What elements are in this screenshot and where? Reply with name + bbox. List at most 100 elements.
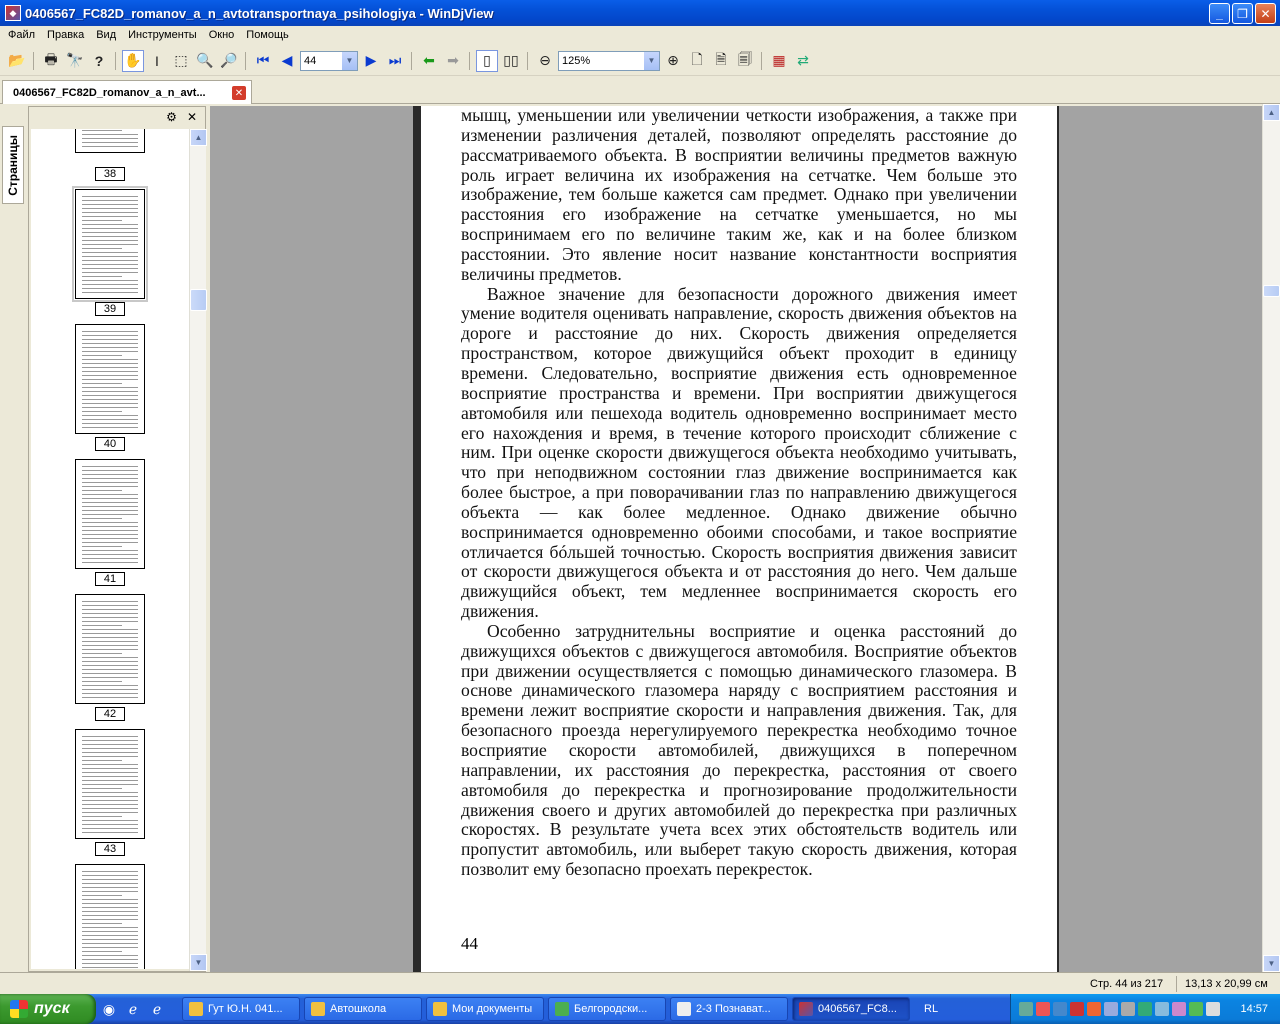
maximize-button[interactable]: ❐ [1232,3,1253,24]
text-select-icon[interactable]: I [146,50,168,72]
thumbnail-text-line [82,816,122,817]
close-button[interactable]: ✕ [1255,3,1276,24]
first-page-icon[interactable]: ⏮ [252,50,274,72]
thumbnail-text-line [82,943,138,944]
menu-edit[interactable]: Правка [41,26,90,45]
thumbnail-text-line [82,907,138,908]
menu-view[interactable]: Вид [90,26,122,45]
minimize-button[interactable]: _ [1209,3,1230,24]
thumbnail-page[interactable] [75,594,145,704]
thumbnail-page[interactable] [75,459,145,569]
task-button[interactable]: 2-3 Познават... [670,997,788,1021]
task-button[interactable]: Автошкола [304,997,422,1021]
scroll-down-icon[interactable]: ▼ [1263,955,1280,972]
thumbnail-page[interactable] [72,186,148,302]
forward-icon[interactable]: ➡ [442,50,464,72]
menu-help[interactable]: Помощь [240,26,295,45]
prev-page-icon[interactable]: ◀ [276,50,298,72]
folder-icon [189,1002,203,1016]
help-icon[interactable]: ? [88,50,110,72]
chrome-icon[interactable]: ◉ [98,998,120,1020]
volume-icon[interactable] [1206,1002,1220,1016]
scroll-thumb[interactable] [190,289,207,311]
tray-icon[interactable] [1121,1002,1135,1016]
thumbnail-text-line [82,832,138,833]
fit-width-icon[interactable]: 🗎 [710,50,732,72]
rotate-icon[interactable]: ⇄ [792,50,814,72]
display-mode-icon[interactable]: ▦ [768,50,790,72]
zoom-in-icon[interactable]: ⊕ [662,50,684,72]
thumbnail-scrollbar[interactable]: ▲ ▼ [189,129,207,971]
two-page-icon[interactable]: ▯▯ [500,50,522,72]
menu-window[interactable]: Окно [203,26,241,45]
ie-icon[interactable]: ℯ [146,998,168,1020]
tray-icon[interactable] [1138,1002,1152,1016]
ie-icon[interactable]: ℯ [122,998,144,1020]
thumbnail-text-line [82,554,138,555]
thumbnail-page[interactable] [75,324,145,434]
pages-side-tab[interactable]: Страницы [2,126,24,204]
fit-page-icon[interactable]: 🗋 [686,50,708,72]
taskbar: пуск ◉ ℯ ℯ Гут Ю.Н. 041... Автошкола Мои… [0,994,1280,1024]
thumbnail-page[interactable] [75,129,145,153]
zoom-rect-icon[interactable]: 🔎 [218,50,240,72]
document-scrollbar[interactable]: ▲ ▼ [1262,104,1280,972]
thumbnail-text-line [82,142,138,143]
menu-tools[interactable]: Инструменты [122,26,203,45]
document-viewer[interactable]: мышц, уменьшении или увеличении четкости… [210,106,1262,972]
document-tab[interactable]: 0406567_FC82D_romanov_a_n_avt... ✕ [2,80,252,104]
tray-icon[interactable] [1019,1002,1033,1016]
page-number-combo[interactable]: 44 ▼ [300,50,358,71]
zoom-out-icon[interactable]: ⊖ [534,50,556,72]
scroll-up-icon[interactable]: ▲ [190,129,207,146]
single-page-icon[interactable]: ▯ [476,49,498,72]
thumbnail-page[interactable] [75,864,145,969]
task-button[interactable]: Гут Ю.Н. 041... [182,997,300,1021]
thumbnail-page[interactable] [75,729,145,839]
thumbnail-text-line [82,264,138,265]
scroll-down-icon[interactable]: ▼ [190,954,207,971]
print-icon[interactable]: 🖶 [40,50,62,72]
paragraph: Важное значение для безопасности дорожно… [461,283,1017,622]
chevron-down-icon[interactable]: ▼ [643,51,659,70]
zoom-combo[interactable]: 125% ▼ [558,50,660,71]
thumbnail-text-line [82,220,122,221]
scroll-thumb[interactable] [1263,285,1280,297]
rect-select-icon[interactable]: ⬚ [170,50,192,72]
back-icon[interactable]: ⬅ [418,50,440,72]
chevron-down-icon[interactable]: ▼ [341,51,357,70]
tray-icon[interactable] [1104,1002,1118,1016]
last-page-icon[interactable]: ⏭ [384,50,406,72]
scroll-up-icon[interactable]: ▲ [1263,104,1280,121]
settings-icon[interactable]: ⚙ [166,110,177,124]
task-button[interactable]: Мои документы [426,997,544,1021]
thumbnail-text-line [82,232,138,233]
thumbnail-text-line [82,899,138,900]
tray-icon[interactable] [1172,1002,1186,1016]
thumbnail-text-line [82,693,138,694]
close-panel-icon[interactable]: ✕ [187,110,197,124]
tray-icon[interactable] [1155,1002,1169,1016]
thumbnail-text-line [82,919,138,920]
tray-icon[interactable] [1189,1002,1203,1016]
start-button[interactable]: пуск [0,994,96,1024]
tray-icon[interactable] [1087,1002,1101,1016]
hand-tool-icon[interactable]: ✋ [122,49,144,72]
thumbnail-text-line [82,355,122,356]
tray-icon[interactable] [1070,1002,1084,1016]
clock: 14:57 [1240,1003,1268,1015]
actual-size-icon[interactable]: 🗐 [734,50,756,72]
thumbnail-text-line [82,562,138,563]
open-icon[interactable]: 📂 [6,50,28,72]
language-indicator[interactable]: RL [924,1003,938,1015]
next-page-icon[interactable]: ▶ [360,50,382,72]
close-tab-icon[interactable]: ✕ [232,86,246,100]
tray-icon[interactable] [1053,1002,1067,1016]
menu-file[interactable]: Файл [2,26,41,45]
task-button[interactable]: Белгородски... [548,997,666,1021]
tray-icon[interactable] [1036,1002,1050,1016]
zoom-tool-icon[interactable]: 🔍 [194,50,216,72]
find-icon[interactable]: 🔭 [64,50,86,72]
thumbnail-text-line [82,292,138,293]
task-button-active[interactable]: 0406567_FC8... [792,997,910,1021]
